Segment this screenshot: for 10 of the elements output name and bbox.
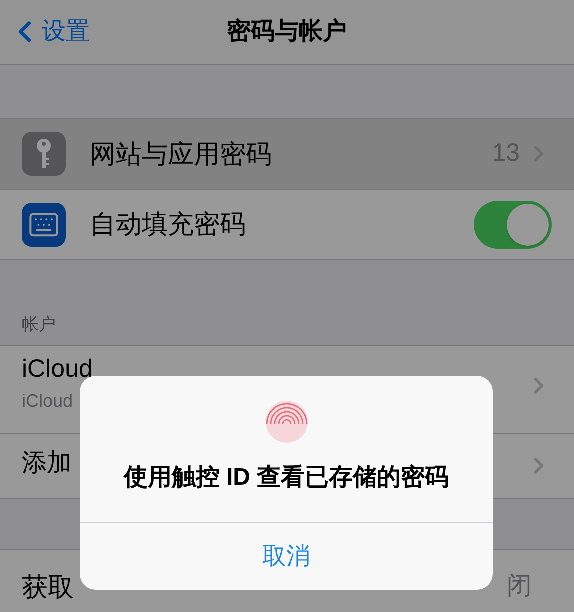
row-label: 获取: [22, 571, 74, 604]
row-label: 网站与应用密码: [90, 138, 272, 170]
account-subtitle: iCloud: [22, 390, 74, 413]
account-title: iCloud: [22, 356, 93, 385]
account-title: 添加: [22, 450, 72, 479]
row-label: 自动填充密码: [90, 208, 246, 241]
window-title: 密码与帐户: [227, 17, 347, 47]
alert-message: 使用触控 ID 查看已存储的密码: [124, 463, 450, 493]
row-value: 闭: [507, 571, 532, 602]
section-header: 帐户: [22, 314, 56, 336]
